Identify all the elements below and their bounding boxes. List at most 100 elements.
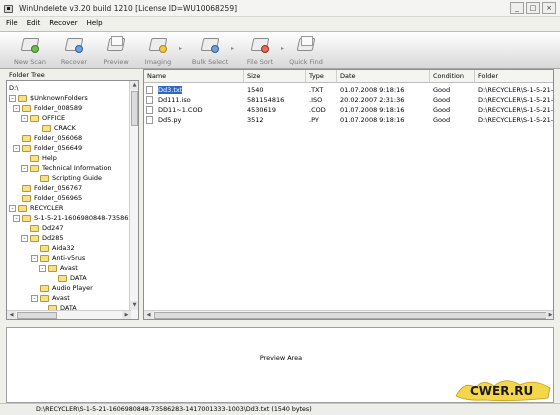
file-row[interactable]: DD11~1.COD 4530619 .COD 01.07.2008 9:18:16 G… xyxy=(144,105,554,115)
tree-item[interactable]: - Folder_008589 xyxy=(13,103,82,113)
tree-item[interactable]: Audio Player xyxy=(31,283,93,293)
menu-recover[interactable]: Recover xyxy=(49,19,77,27)
folder-tree[interactable]: D:\ - $UnknownFolders - Folder_008589- OFFICE… xyxy=(6,80,139,320)
collapse-toggle-icon[interactable]: - xyxy=(9,94,16,102)
tree-item[interactable]: - Technical Information xyxy=(21,163,112,173)
file-row[interactable]: Dd3.txt 1540 .TXT 01.07.2008 9:18:16 Good D:\… xyxy=(144,85,553,95)
collapse-toggle-icon[interactable]: - xyxy=(9,204,16,212)
scroll-right-icon[interactable]: ▶ xyxy=(122,311,131,319)
cell-size: 581154816 xyxy=(244,95,306,105)
tree-item[interactable]: - S-1-5-21-1606980848-7358628 xyxy=(13,213,137,223)
tree-item[interactable]: - Anti-v5rus xyxy=(31,253,85,263)
scroll-thumb[interactable] xyxy=(154,312,549,319)
tree-item[interactable]: - Avast xyxy=(31,293,70,303)
tree-item-label: Dd247 xyxy=(42,224,64,232)
folder-icon xyxy=(40,174,49,182)
collapse-toggle-icon[interactable]: - xyxy=(31,294,38,302)
tree-item[interactable]: D:\ xyxy=(9,83,18,93)
collapse-toggle-icon[interactable]: - xyxy=(21,234,28,242)
quick-find-icon xyxy=(296,35,316,55)
collapse-toggle-icon[interactable]: - xyxy=(21,114,28,122)
close-button[interactable]: × xyxy=(542,2,556,14)
collapse-toggle-icon[interactable]: - xyxy=(13,104,20,112)
tree-item-label: OFFICE xyxy=(42,114,66,122)
tree-connector xyxy=(13,135,20,142)
file-icon xyxy=(146,116,153,124)
collapse-toggle-icon[interactable]: - xyxy=(39,264,46,272)
file-row[interactable]: Dd111.iso 581154816 .ISO 20.02.2007 2:31:36… xyxy=(144,95,554,105)
cell-folder: D:\RECYCLER\S-1-5-21-1 xyxy=(475,115,553,125)
column-header-folder[interactable]: Folder xyxy=(475,70,553,83)
tree-item-label: Folder_056649 xyxy=(34,144,83,152)
quick-find-button[interactable]: Quick Find xyxy=(284,35,328,69)
imaging-button[interactable]: Imaging ▸ xyxy=(136,35,182,69)
scroll-thumb[interactable] xyxy=(131,91,138,126)
file-sort-icon xyxy=(250,35,270,55)
tree-item[interactable]: Dd247 xyxy=(21,223,64,233)
cell-folder-text: D:\RECYCLER\S-1-5-21-1 xyxy=(478,96,554,104)
tree-item[interactable]: Help xyxy=(21,153,57,163)
recover-button[interactable]: Recover xyxy=(52,35,96,69)
watermark-logo: CWER.RU xyxy=(454,376,554,402)
scroll-right-icon[interactable]: ▶ xyxy=(546,311,553,319)
column-header-condition[interactable]: Condition xyxy=(430,70,475,83)
folder-icon xyxy=(30,114,39,122)
tree-item-label: $UnknownFolders xyxy=(30,94,88,102)
file-row[interactable]: Dd5.py 3512 .PY 01.07.2008 9:18:16 Good D:\RE… xyxy=(144,115,553,125)
cell-condition-text: Good xyxy=(433,106,451,114)
cell-date: 20.02.2007 2:31:36 xyxy=(337,95,430,105)
scroll-up-icon[interactable]: ▲ xyxy=(130,81,138,90)
file-list-horizontal-scrollbar[interactable]: ◀ ▶ xyxy=(144,310,553,319)
cell-size: 4530619 xyxy=(244,105,306,115)
dropdown-arrow-icon[interactable]: ▸ xyxy=(179,45,182,52)
tree-item[interactable]: Folder_056767 xyxy=(13,183,82,193)
tree-item[interactable]: CRACK xyxy=(33,123,76,133)
imaging-icon xyxy=(148,35,168,55)
menu-edit[interactable]: Edit xyxy=(27,19,41,27)
file-icon xyxy=(146,96,153,104)
tree-item-label: Scripting Guide xyxy=(52,174,103,182)
folder-icon xyxy=(40,294,49,302)
tree-item[interactable]: Folder_056068 xyxy=(13,133,82,143)
new-scan-button[interactable]: New Scan xyxy=(8,35,52,69)
folder-icon xyxy=(22,194,31,202)
tree-item[interactable]: Scripting Guide xyxy=(31,173,102,183)
menu-file[interactable]: File xyxy=(6,19,18,27)
scroll-left-icon[interactable]: ◀ xyxy=(7,311,16,319)
scroll-down-icon[interactable]: ▼ xyxy=(130,301,138,310)
tree-item[interactable]: - RECYCLER xyxy=(9,203,63,213)
dropdown-arrow-icon[interactable]: ▸ xyxy=(231,45,234,52)
bulk-select-button[interactable]: Bulk Select ▸ xyxy=(188,35,234,69)
column-header-size[interactable]: Size xyxy=(244,70,306,83)
tree-item[interactable]: DATA xyxy=(49,273,87,283)
cell-name: DD11~1.COD xyxy=(155,105,244,115)
maximize-button[interactable]: □ xyxy=(526,2,540,14)
collapse-toggle-icon[interactable]: - xyxy=(31,254,38,262)
minimize-button[interactable]: _ xyxy=(510,2,524,14)
tree-item[interactable]: - $UnknownFolders xyxy=(9,93,88,103)
tree-item[interactable]: - OFFICE xyxy=(21,113,65,123)
menu-help[interactable]: Help xyxy=(87,19,103,27)
scroll-thumb[interactable] xyxy=(17,312,57,319)
column-header-name[interactable]: Name xyxy=(144,70,244,83)
tree-vertical-scrollbar[interactable]: ▲ ▼ xyxy=(129,81,138,319)
cell-folder: D:\RECYCLER\S-1-5-21-1 xyxy=(475,105,554,115)
column-header-type[interactable]: Type xyxy=(306,70,337,83)
tree-item[interactable]: Folder_056965 xyxy=(13,193,82,203)
tree-horizontal-scrollbar[interactable]: ◀ ▶ xyxy=(7,310,131,319)
file-sort-button[interactable]: File Sort ▸ xyxy=(238,35,284,69)
file-list[interactable]: Name Size Type Date Condition Folder Dd3… xyxy=(143,69,554,320)
cell-type: .PY xyxy=(306,115,337,125)
preview-button[interactable]: Preview xyxy=(94,35,138,69)
tree-item[interactable]: Aida32 xyxy=(31,243,75,253)
column-header-date[interactable]: Date xyxy=(337,70,430,83)
cell-type: .ISO xyxy=(306,95,337,105)
cell-folder-text: D:\RECYCLER\S-1-5-21-1 xyxy=(478,106,554,114)
tree-item[interactable]: - Dd285 xyxy=(21,233,64,243)
tree-item[interactable]: - Folder_056649 xyxy=(13,143,82,153)
collapse-toggle-icon[interactable]: - xyxy=(13,144,20,152)
collapse-toggle-icon[interactable]: - xyxy=(21,164,28,172)
collapse-toggle-icon[interactable]: - xyxy=(13,214,20,222)
tree-item[interactable]: - Avast xyxy=(39,263,78,273)
scroll-left-icon[interactable]: ◀ xyxy=(144,311,153,319)
